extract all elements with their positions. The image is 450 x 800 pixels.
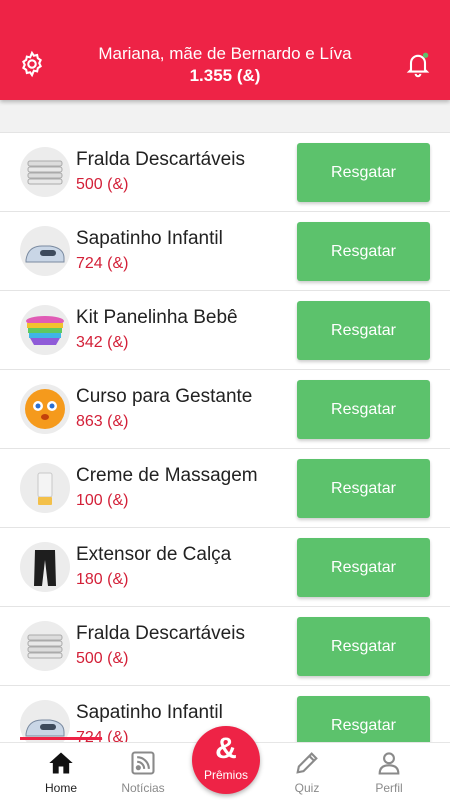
- tab-home[interactable]: Home: [20, 743, 102, 800]
- bell-icon[interactable]: [404, 50, 432, 78]
- active-tab-indicator: [20, 737, 102, 740]
- reward-row: Sapatinho Infantil 724 (&) Resgatar: [0, 212, 450, 291]
- reward-row: Fralda Descartáveis 500 (&) Resgatar: [0, 133, 450, 212]
- redeem-button[interactable]: Resgatar: [297, 459, 430, 518]
- reward-name: Sapatinho Infantil: [76, 228, 223, 249]
- reward-price: 863 (&): [76, 413, 129, 430]
- reward-price: 180 (&): [76, 571, 129, 588]
- reward-price: 724 (&): [76, 729, 129, 742]
- reward-name: Creme de Massagem: [76, 465, 258, 486]
- diapers-image: [20, 147, 70, 197]
- reward-price: 500 (&): [76, 176, 129, 193]
- pants-image: [20, 542, 70, 592]
- reward-name: Fralda Descartáveis: [76, 149, 245, 170]
- reward-row: Kit Panelinha Bebê 342 (&) Resgatar: [0, 291, 450, 370]
- tab-label: Quiz: [294, 781, 320, 795]
- reward-price: 342 (&): [76, 334, 129, 351]
- reward-name: Sapatinho Infantil: [76, 702, 223, 723]
- reward-name: Curso para Gestante: [76, 386, 253, 407]
- ball-image: [20, 384, 70, 434]
- premios-label: Prêmios: [203, 768, 248, 782]
- points-balance: 1.355 (&): [189, 66, 261, 85]
- app-header: Mariana, mãe de Bernardo e Líva 1.355 (&…: [0, 0, 450, 100]
- reward-row: Extensor de Calça 180 (&) Resgatar: [0, 528, 450, 607]
- home-icon: [49, 752, 73, 774]
- reward-row: Fralda Descartáveis 500 (&) Resgatar: [0, 607, 450, 686]
- tab-quiz[interactable]: Quiz: [266, 743, 348, 800]
- rss-icon: [131, 751, 155, 775]
- tab-label: Home: [44, 781, 77, 795]
- user-icon: [378, 752, 400, 775]
- reward-row: Curso para Gestante 863 (&) Resgatar: [0, 370, 450, 449]
- redeem-button[interactable]: Resgatar: [297, 380, 430, 439]
- redeem-button[interactable]: Resgatar: [297, 301, 430, 360]
- redeem-button[interactable]: Resgatar: [297, 617, 430, 676]
- redeem-button[interactable]: Resgatar: [297, 538, 430, 597]
- premios-button[interactable]: & Prêmios: [192, 726, 260, 794]
- tab-label: Perfil: [375, 781, 403, 795]
- tab-label: Notícias: [121, 781, 165, 795]
- reward-price: 500 (&): [76, 650, 129, 667]
- reward-name: Extensor de Calça: [76, 544, 232, 565]
- diapers-image: [20, 621, 70, 671]
- bowls-image: [20, 305, 70, 355]
- rewards-list[interactable]: Fralda Descartáveis 500 (&) Resgatar Sap…: [0, 132, 450, 742]
- reward-price: 100 (&): [76, 492, 129, 509]
- tab-perfil[interactable]: Perfil: [348, 743, 430, 800]
- reward-row: Creme de Massagem 100 (&) Resgatar: [0, 449, 450, 528]
- user-title: Mariana, mãe de Bernardo e Líva: [98, 44, 352, 63]
- redeem-button[interactable]: Resgatar: [297, 696, 430, 742]
- tab-noticias[interactable]: Notícias: [102, 743, 184, 800]
- cream-image: [20, 463, 70, 513]
- reward-price: 724 (&): [76, 255, 129, 272]
- redeem-button[interactable]: Resgatar: [297, 222, 430, 281]
- shoe-image: [20, 700, 70, 742]
- reward-name: Fralda Descartáveis: [76, 623, 245, 644]
- reward-name: Kit Panelinha Bebê: [76, 307, 238, 328]
- ampersand-icon: &: [215, 732, 237, 765]
- pencil-icon: [296, 752, 318, 774]
- shoe-image: [20, 226, 70, 276]
- redeem-button[interactable]: Resgatar: [297, 143, 430, 202]
